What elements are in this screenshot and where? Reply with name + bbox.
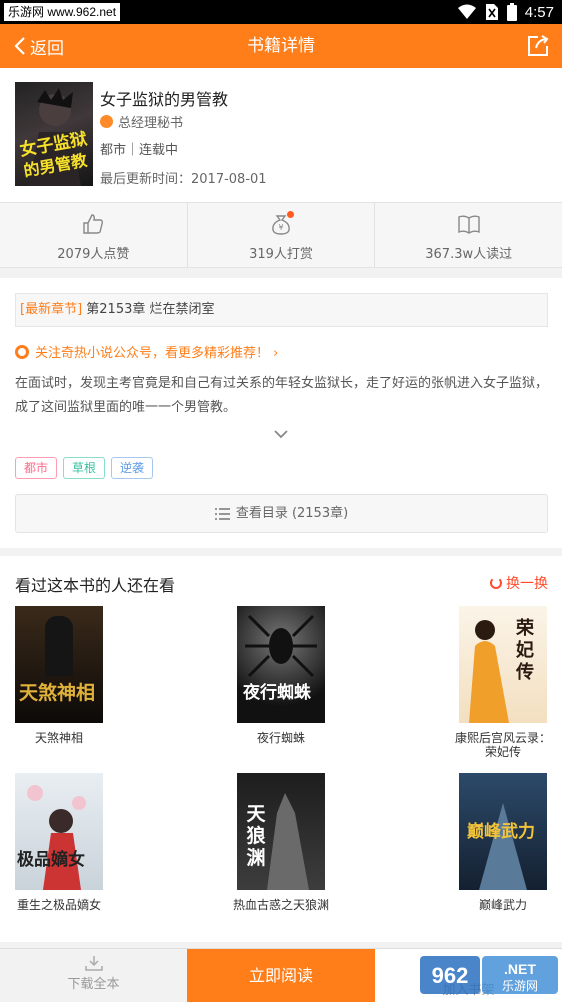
recommended-book[interactable]: 极品嫡女 重生之极品嫡女 <box>9 773 109 912</box>
list-icon <box>214 507 230 520</box>
book-title: 女子监狱的男管教 <box>100 90 229 109</box>
recommendation-section: 看过这本书的人还在看 换一换 天煞神相 天煞神相 夜行蜘蛛 夜行蜘蛛 荣妃传 康… <box>0 556 562 942</box>
reward-icon-wrap: ¥ <box>270 211 294 235</box>
refresh-icon <box>490 577 502 589</box>
tag-list: 都市 草根 逆袭 <box>15 457 154 479</box>
download-button[interactable]: 下载全本 <box>0 949 187 1002</box>
chevron-down-icon[interactable] <box>273 428 289 440</box>
status-icons: 4:57 <box>457 2 554 22</box>
download-icon <box>84 956 103 971</box>
chevron-left-icon <box>14 37 25 55</box>
open-book-icon <box>457 215 480 234</box>
download-label: 下载全本 <box>67 977 120 992</box>
cover-text: 极品嫡女 <box>17 850 85 870</box>
clock: 4:57 <box>524 3 554 21</box>
cover-text: 天狼渊 <box>246 803 266 869</box>
tag-chip[interactable]: 都市 <box>15 457 58 479</box>
book-author[interactable]: 总经理秘书 <box>100 112 183 131</box>
book-category-status: 都市｜连载中 <box>100 143 179 158</box>
book-title: 巅峰武力 <box>478 898 527 912</box>
back-button[interactable]: 返回 <box>14 24 64 68</box>
book-info-section: 女子监狱 的男管教 女子监狱的男管教 总经理秘书 都市｜连载中 最后更新时间：2… <box>0 68 562 202</box>
thumbs-up-icon <box>83 214 104 234</box>
book-cover: 天狼渊 <box>237 773 325 890</box>
back-label: 返回 <box>30 38 64 59</box>
cover-text: 荣妃传 <box>516 618 534 683</box>
add-to-shelf-button[interactable]: 加入书架 <box>375 949 562 1002</box>
readers-label: 367.3w人读过 <box>425 247 513 262</box>
recommended-book[interactable]: 巅峰武力 巅峰武力 <box>453 773 553 912</box>
latest-chapter-tag: [最新章节] <box>20 302 83 317</box>
book-description: 在面试时，发现主考官竟是和自己有过关系的年轻女监狱长，走了好运的张帆进入女子监狱… <box>15 376 549 415</box>
book-last-updated: 最后更新时间：2017-08-01 <box>100 172 267 187</box>
wechat-promo-link[interactable]: 关注奇热小说公众号，看更多精彩推荐！ › <box>15 342 278 361</box>
reward-badge-dot <box>287 211 294 218</box>
read-now-button[interactable]: 立即阅读 <box>187 949 375 1002</box>
svg-text:¥: ¥ <box>278 223 283 232</box>
book-title: 热血古惑之天狼渊 <box>232 898 329 912</box>
user-icon <box>100 115 113 128</box>
recommended-book[interactable]: 夜行蜘蛛 夜行蜘蛛 <box>231 606 331 745</box>
cover-text: 天煞神相 <box>19 682 96 704</box>
recommended-book[interactable]: 天狼渊 热血古惑之天狼渊 <box>231 773 331 912</box>
tag-chip[interactable]: 逆袭 <box>111 457 154 479</box>
status-bar: 乐游网 www.962.net 4:57 <box>0 0 562 24</box>
book-title: 康熙后宫风云录：荣妃传 <box>454 731 551 759</box>
book-detail-section: [最新章节] 第2153章 烂在禁闭室 关注奇热小说公众号，看更多精彩推荐！ ›… <box>0 278 562 548</box>
book-cover: 巅峰武力 <box>459 773 547 890</box>
view-catalog-button[interactable]: 查看目录 (2153章) <box>15 494 548 533</box>
recommended-book[interactable]: 天煞神相 天煞神相 <box>9 606 109 745</box>
refresh-button[interactable]: 换一换 <box>490 573 548 593</box>
book-title: 重生之极品嫡女 <box>16 898 101 912</box>
book-title: 天煞神相 <box>34 731 83 745</box>
add-to-shelf-label: 加入书架 <box>442 983 495 998</box>
cover-text: 巅峰武力 <box>467 822 535 842</box>
likes-label: 2079人点赞 <box>57 247 130 262</box>
recommended-book[interactable]: 荣妃传 康熙后宫风云录：荣妃传 <box>453 606 553 759</box>
promo-circle-icon <box>15 344 29 359</box>
watermark-label: 乐游网 www.962.net <box>4 3 121 21</box>
bottom-action-bar: 下载全本 立即阅读 加入书架 <box>0 948 562 1002</box>
book-cover: 女子监狱 的男管教 <box>15 82 93 186</box>
rewards-label: 319人打赏 <box>249 247 313 262</box>
refresh-label: 换一换 <box>506 576 548 592</box>
tag-chip[interactable]: 草根 <box>63 457 106 479</box>
cover-text: 夜行蜘蛛 <box>243 683 311 703</box>
battery-icon <box>506 3 517 21</box>
recommendation-title: 看过这本书的人还在看 <box>15 576 176 595</box>
wifi-icon <box>457 4 476 19</box>
book-cover: 夜行蜘蛛 <box>237 606 325 723</box>
book-cover: 极品嫡女 <box>15 773 103 890</box>
no-sim-icon <box>485 4 498 20</box>
catalog-label: 查看目录 (2153章) <box>235 506 349 521</box>
stats-bar: 2079人点赞 ¥ 319人打赏 367.3w人读过 <box>0 202 562 268</box>
book-title: 夜行蜘蛛 <box>256 731 305 745</box>
app-header: 返回 书籍详情 <box>0 24 562 68</box>
share-icon[interactable] <box>526 34 550 58</box>
rewards-stat[interactable]: ¥ 319人打赏 <box>188 203 376 267</box>
latest-chapter-link[interactable]: [最新章节] 第2153章 烂在禁闭室 <box>15 293 548 327</box>
book-cover: 荣妃传 <box>459 606 547 723</box>
latest-chapter-text: 第2153章 烂在禁闭室 <box>82 302 215 317</box>
promo-text: 关注奇热小说公众号，看更多精彩推荐！ › <box>35 346 279 361</box>
readers-stat[interactable]: 367.3w人读过 <box>375 203 562 267</box>
page-title: 书籍详情 <box>247 36 315 56</box>
book-cover: 天煞神相 <box>15 606 103 723</box>
author-name: 总经理秘书 <box>118 116 184 131</box>
likes-stat[interactable]: 2079人点赞 <box>0 203 188 267</box>
